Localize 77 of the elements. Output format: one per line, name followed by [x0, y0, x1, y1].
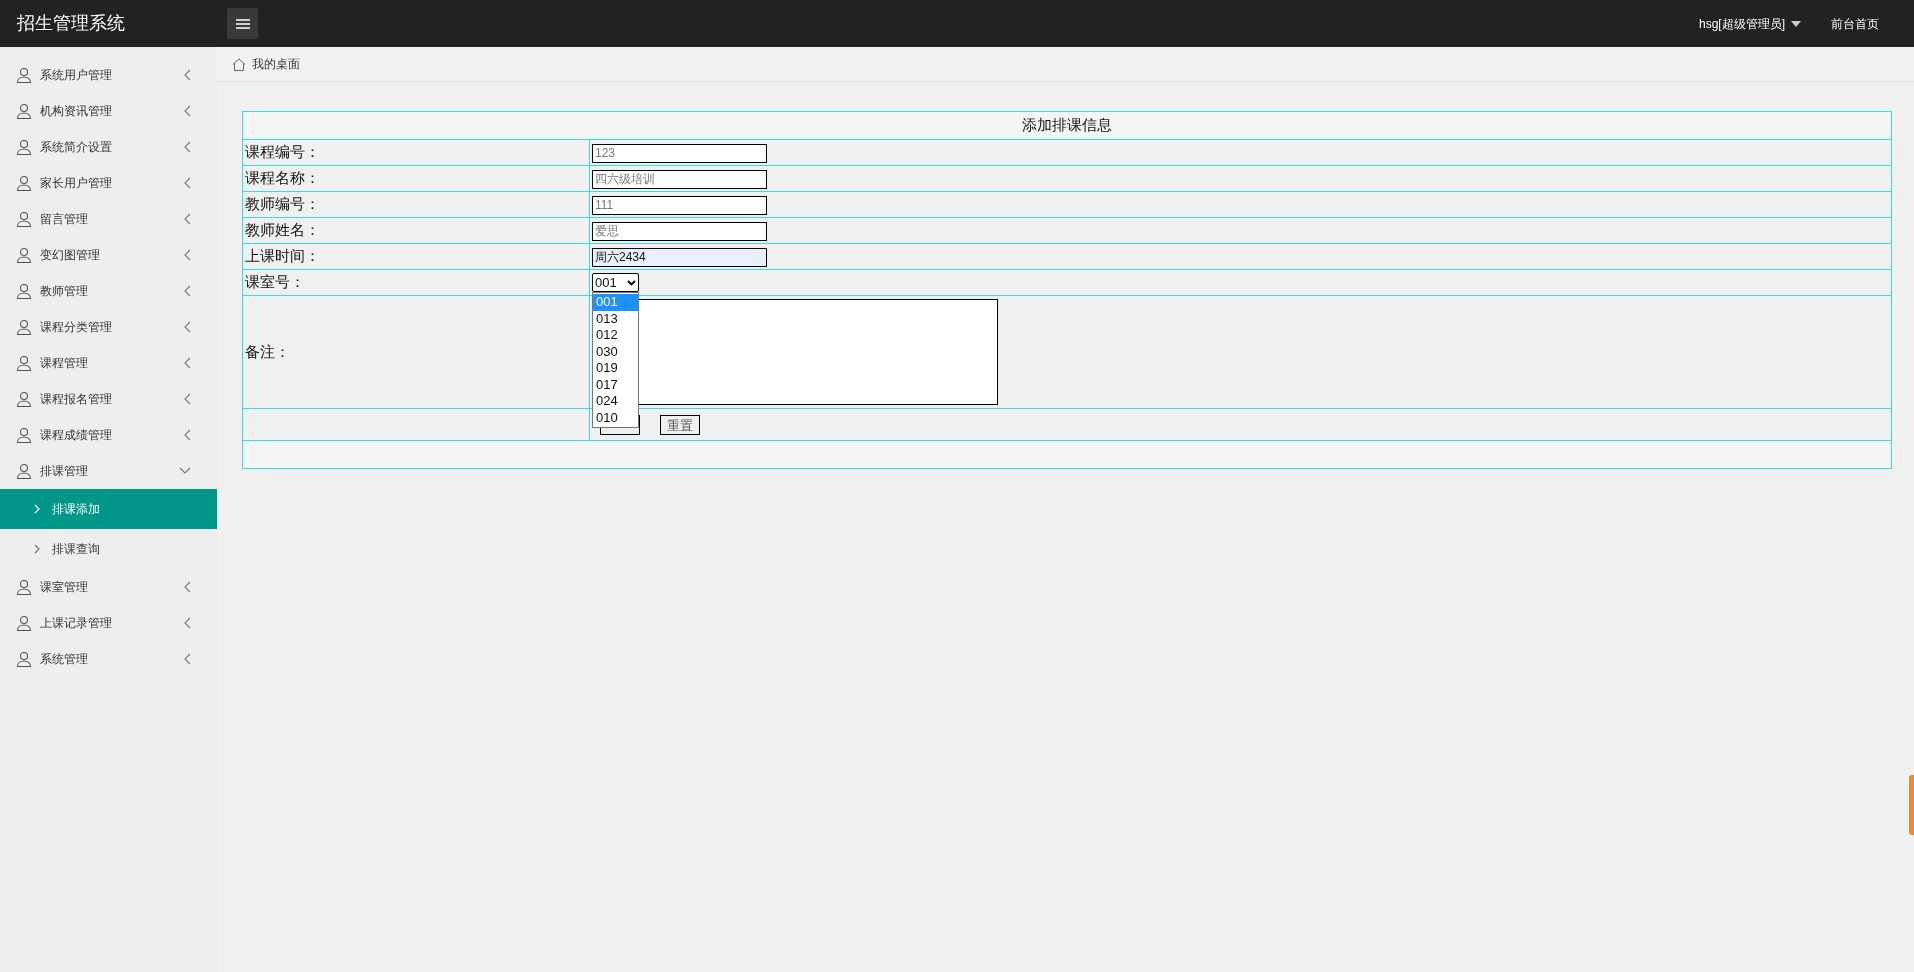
- chevron-left-icon: [184, 581, 191, 593]
- chevron-left-icon: [184, 393, 191, 405]
- user-icon: [16, 615, 32, 631]
- sidebar-item[interactable]: 系统管理: [0, 641, 217, 677]
- user-icon: [16, 391, 32, 407]
- sidebar-subitem[interactable]: 排课添加: [0, 489, 217, 529]
- dropdown-option[interactable]: 010: [593, 409, 638, 426]
- chevron-left-icon: [184, 141, 191, 153]
- field-label: 课程名称：: [245, 169, 320, 187]
- user-icon: [16, 103, 32, 119]
- user-icon: [16, 67, 32, 83]
- chevron-right-icon: [34, 504, 40, 514]
- sidebar-item[interactable]: 教师管理: [0, 273, 217, 309]
- sidebar-item[interactable]: 课室管理: [0, 569, 217, 605]
- chevron-left-icon: [184, 69, 191, 81]
- user-icon: [16, 247, 32, 263]
- sidebar-item[interactable]: 课程分类管理: [0, 309, 217, 345]
- menu-icon: [235, 18, 250, 29]
- sidebar-item[interactable]: 上课记录管理: [0, 605, 217, 641]
- room-select[interactable]: 001: [592, 273, 639, 292]
- dropdown-option[interactable]: 030: [593, 343, 638, 360]
- sidebar-item[interactable]: 排课管理: [0, 453, 217, 489]
- chevron-left-icon: [184, 213, 191, 225]
- chevron-right-icon: [34, 544, 40, 554]
- field-label: 教师编号：: [245, 195, 320, 213]
- user-icon: [16, 651, 32, 667]
- user-icon: [16, 283, 32, 299]
- sidebar-item[interactable]: 课程管理: [0, 345, 217, 381]
- chevron-left-icon: [184, 357, 191, 369]
- sidebar-item[interactable]: 家长用户管理: [0, 165, 217, 201]
- chevron-left-icon: [184, 105, 191, 117]
- chevron-left-icon: [184, 429, 191, 441]
- chevron-left-icon: [184, 285, 191, 297]
- sidebar-item[interactable]: 机构资讯管理: [0, 93, 217, 129]
- scroll-handle[interactable]: [1909, 775, 1914, 835]
- chevron-down-icon: [179, 467, 191, 475]
- dropdown-option[interactable]: 017: [593, 376, 638, 393]
- chevron-down-icon: [627, 279, 636, 286]
- home-link[interactable]: 前台首页: [1831, 14, 1879, 33]
- chevron-left-icon: [184, 177, 191, 189]
- app-title: 招生管理系统: [17, 13, 125, 33]
- field-label: 课程编号：: [245, 143, 320, 161]
- user-icon: [16, 319, 32, 335]
- sidebar-item[interactable]: 课程成绩管理: [0, 417, 217, 453]
- form-title: 添加排课信息: [1022, 116, 1112, 134]
- chevron-left-icon: [184, 321, 191, 333]
- dropdown-option[interactable]: 013: [593, 310, 638, 327]
- dropdown-option[interactable]: 024: [593, 393, 638, 410]
- menu-button[interactable]: [227, 8, 258, 39]
- caret-down-icon: [1791, 20, 1801, 27]
- text-field[interactable]: 周六2434: [592, 248, 767, 268]
- form-button[interactable]: 重置: [660, 414, 700, 435]
- home-icon: [232, 57, 246, 71]
- user-icon: [16, 463, 32, 479]
- dropdown-option[interactable]: 012: [593, 327, 638, 344]
- user-icon: [16, 175, 32, 191]
- user-icon: [16, 355, 32, 371]
- user-icon: [16, 427, 32, 443]
- user-icon: [16, 579, 32, 595]
- field-label: 教师姓名：: [245, 221, 320, 239]
- sidebar-item[interactable]: 系统简介设置: [0, 129, 217, 165]
- field-label: 备注：: [245, 342, 290, 360]
- field-label: 上课时间：: [245, 247, 320, 265]
- sidebar-item[interactable]: 留言管理: [0, 201, 217, 237]
- sidebar-item[interactable]: 变幻图管理: [0, 237, 217, 273]
- user-menu[interactable]: hsg[超级管理员]: [1699, 14, 1801, 33]
- chevron-left-icon: [184, 617, 191, 629]
- dropdown-option[interactable]: 019: [593, 360, 638, 377]
- chevron-left-icon: [184, 653, 191, 665]
- user-icon: [16, 139, 32, 155]
- chevron-left-icon: [184, 249, 191, 261]
- breadcrumb[interactable]: 我的桌面: [252, 55, 300, 73]
- user-icon: [16, 211, 32, 227]
- field-label: 课室号：: [245, 273, 305, 291]
- sidebar-subitem[interactable]: 排课查询: [0, 529, 217, 569]
- sidebar-item[interactable]: 课程报名管理: [0, 381, 217, 417]
- sidebar-item[interactable]: 系统用户管理: [0, 57, 217, 93]
